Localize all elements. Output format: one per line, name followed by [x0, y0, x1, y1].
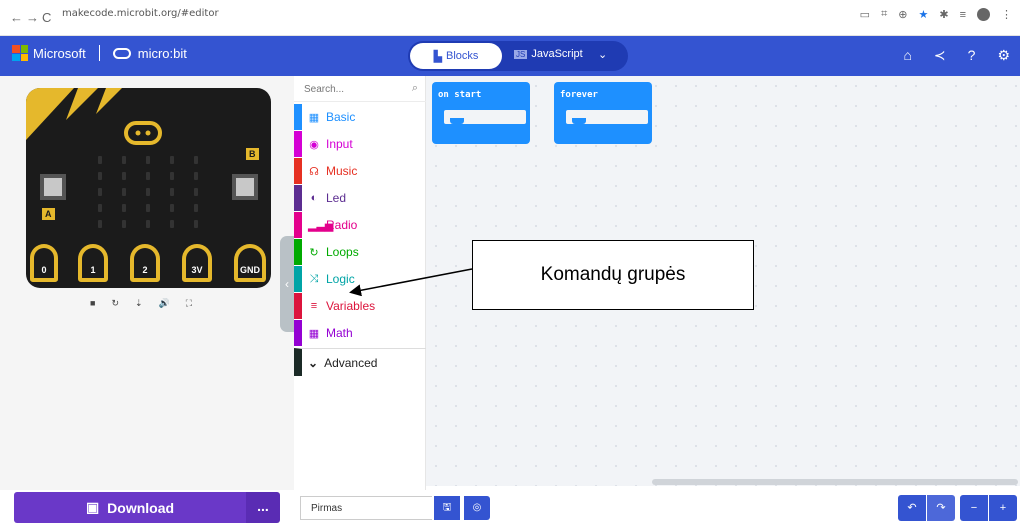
app-root: ← → C makecode.microbit.org/#editor ▭ ⌗ …	[0, 0, 1020, 525]
redo-button[interactable]: ↷	[927, 495, 955, 521]
save-button[interactable]: 🖫	[434, 496, 460, 520]
zoom-in-button[interactable]: +	[989, 495, 1017, 521]
project-name-input[interactable]: Pirmas	[300, 496, 432, 520]
download-label: Download	[107, 499, 175, 516]
download-button[interactable]: ▣ Download	[14, 492, 246, 523]
undo-button[interactable]: ↶	[898, 495, 926, 521]
github-button[interactable]: ◎	[464, 496, 490, 520]
annotation-arrow	[349, 268, 473, 297]
download-icon: ▣	[85, 499, 100, 515]
zoom-out-button[interactable]: −	[960, 495, 988, 521]
bottom-bar: ▣ Download ... Pirmas 🖫 ◎ ↶ ↷ − +	[0, 490, 1020, 525]
more-options-button[interactable]: ...	[246, 492, 280, 523]
